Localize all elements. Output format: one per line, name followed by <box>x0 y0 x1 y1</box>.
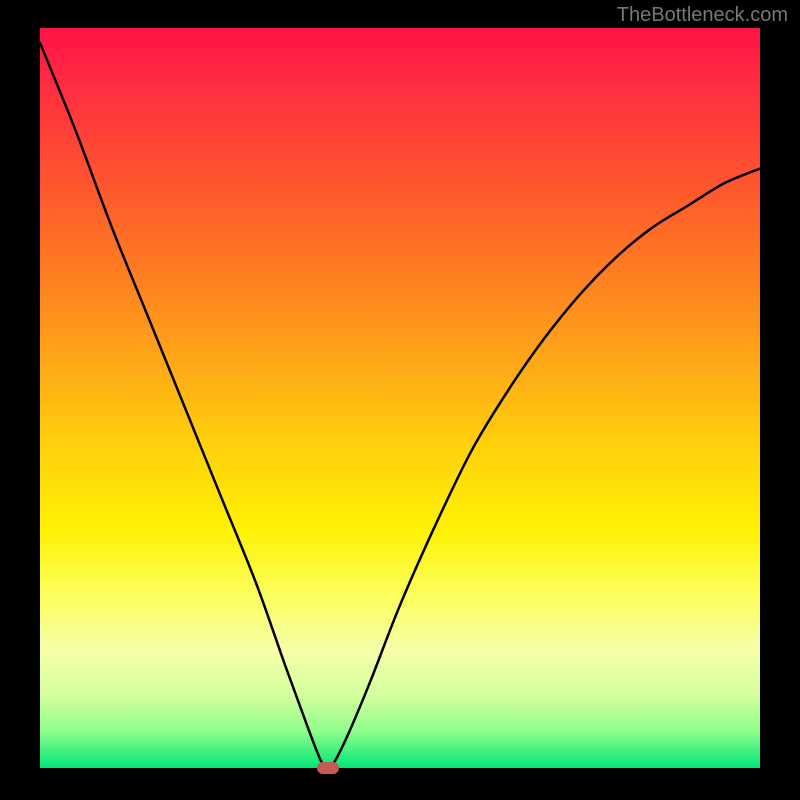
bottleneck-marker <box>317 762 339 774</box>
bottleneck-curve <box>40 28 760 768</box>
chart-plot-area <box>40 28 760 768</box>
curve-path <box>40 43 760 768</box>
watermark-text: TheBottleneck.com <box>617 4 788 27</box>
